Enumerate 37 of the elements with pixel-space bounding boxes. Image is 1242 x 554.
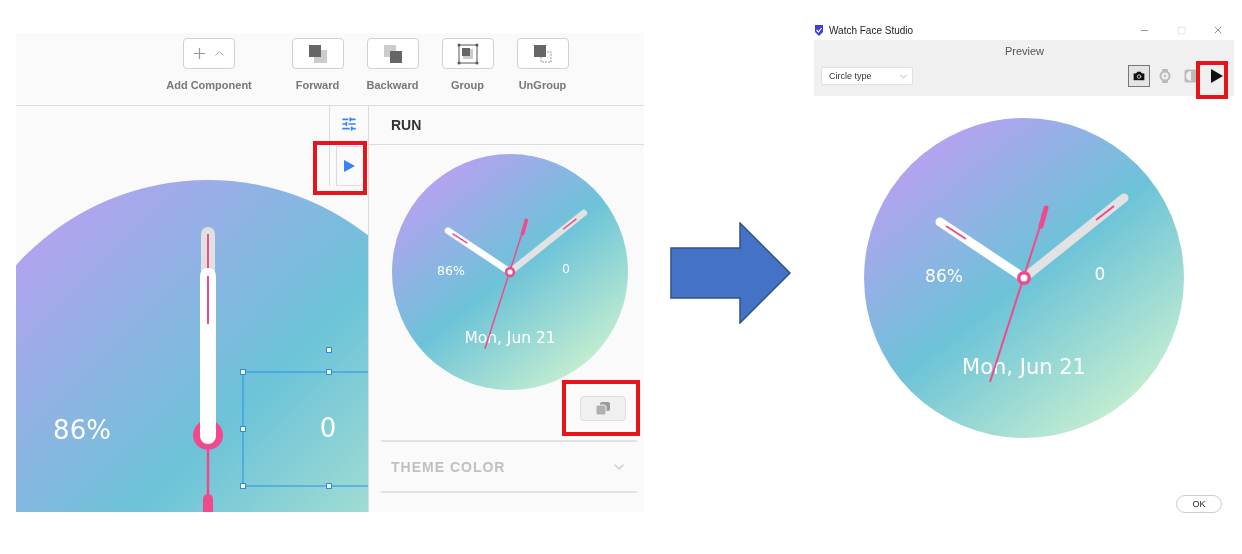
- toolbar-button[interactable]: [1128, 65, 1150, 87]
- window-title: Watch Face Studio: [829, 24, 915, 36]
- toolbar-button[interactable]: UnGroup: [505, 33, 580, 91]
- maximize-icon: [1176, 25, 1186, 35]
- preview-title: Preview: [1003, 44, 1046, 59]
- panel-title: RUN: [369, 106, 644, 145]
- settings-icon[interactable]: [341, 116, 357, 132]
- play-icon: [344, 160, 355, 172]
- layers-icon: [382, 43, 403, 64]
- selection-frame[interactable]: [240, 347, 368, 489]
- copy-icon: [596, 402, 610, 415]
- steps-text: 0: [562, 261, 571, 277]
- watch-icon: [1159, 69, 1171, 83]
- steps-text: 0: [319, 413, 337, 443]
- shape-select[interactable]: Circle type: [821, 67, 913, 85]
- battery-text: 86%: [925, 266, 963, 286]
- caret-icon: [215, 51, 224, 56]
- play-button[interactable]: [336, 146, 362, 186]
- camera-icon: [1132, 69, 1146, 83]
- plus-icon: [194, 48, 205, 59]
- highlight-frame: [313, 141, 367, 195]
- close-icon: [1212, 24, 1224, 36]
- toolbar-button[interactable]: Group: [430, 33, 505, 91]
- play-icon: [1211, 69, 1223, 83]
- group-icon: [456, 42, 479, 65]
- toolbar-button[interactable]: Add Component: [159, 33, 259, 91]
- battery-text: 86%: [53, 415, 111, 445]
- toolbar-button[interactable]: Forward: [280, 33, 355, 91]
- arrow-icon: [670, 222, 792, 324]
- copy-button[interactable]: [580, 396, 626, 421]
- ungroup-icon: [532, 43, 553, 64]
- steps-text: 0: [1094, 264, 1106, 284]
- highlight-frame: [1196, 61, 1228, 99]
- layers-icon: [307, 43, 328, 64]
- toolbar-button[interactable]: Backward: [355, 33, 430, 91]
- battery-text: 86%: [437, 262, 465, 278]
- ok-button[interactable]: OK: [1176, 495, 1222, 513]
